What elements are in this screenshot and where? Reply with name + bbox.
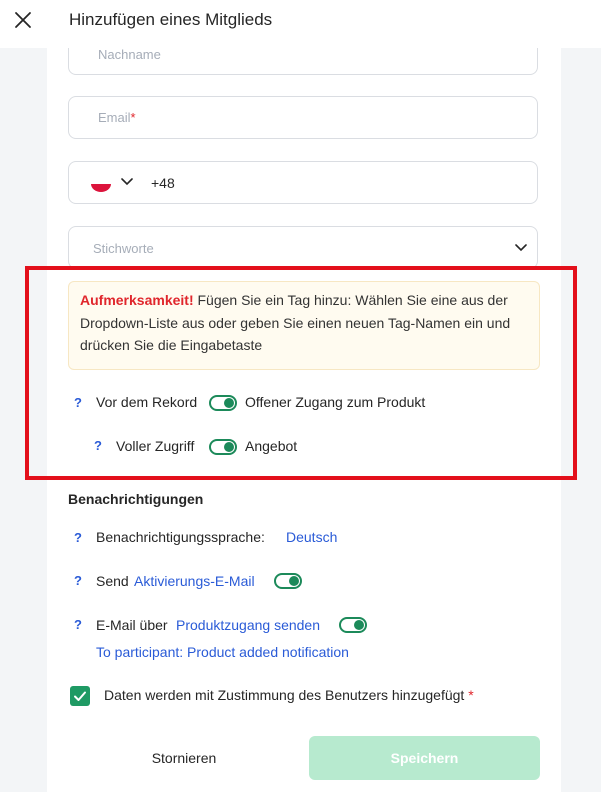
- checkmark-icon: [74, 691, 86, 701]
- phone-field[interactable]: +48: [68, 161, 538, 204]
- modal-title: Hinzufügen eines Mitglieds: [69, 10, 273, 29]
- notification-language-label: Benachrichtigungssprache:: [96, 529, 265, 545]
- activation-email-link[interactable]: Aktivierungs-E-Mail: [134, 573, 255, 589]
- phone-input[interactable]: +48: [151, 175, 175, 191]
- participant-notification-link[interactable]: To participant: Product added notificati…: [96, 644, 349, 660]
- tags-select[interactable]: Stichworte: [68, 226, 538, 269]
- send-label: Send: [96, 573, 129, 589]
- consent-label: Daten werden mit Zustimmung des Benutzer…: [104, 687, 474, 703]
- cancel-button[interactable]: Stornieren: [116, 736, 252, 780]
- modal-header: Hinzufügen eines Mitglieds: [0, 0, 601, 48]
- help-icon[interactable]: ?: [74, 573, 82, 588]
- notification-language-select[interactable]: Deutsch: [286, 529, 337, 545]
- email-about-label: E-Mail über: [96, 617, 168, 633]
- notifications-title: Benachrichtigungen: [68, 491, 204, 507]
- tags-placeholder: Stichworte: [93, 241, 154, 256]
- consent-checkbox[interactable]: [70, 686, 90, 706]
- product-access-link[interactable]: Produktzugang senden: [176, 617, 320, 633]
- close-icon[interactable]: [14, 11, 32, 29]
- product-access-toggle[interactable]: [339, 617, 367, 633]
- chevron-down-icon[interactable]: [515, 244, 527, 252]
- help-icon[interactable]: ?: [74, 617, 82, 632]
- help-icon[interactable]: ?: [74, 530, 82, 545]
- lastname-placeholder: Nachname: [98, 47, 161, 62]
- email-placeholder: Email*: [98, 110, 136, 125]
- activation-email-toggle[interactable]: [274, 573, 302, 589]
- chevron-down-icon[interactable]: [121, 178, 133, 186]
- poland-flag-icon[interactable]: [91, 176, 111, 192]
- email-field[interactable]: Email*: [68, 96, 538, 139]
- save-button[interactable]: Speichern: [309, 736, 540, 780]
- highlight-box: [25, 266, 577, 480]
